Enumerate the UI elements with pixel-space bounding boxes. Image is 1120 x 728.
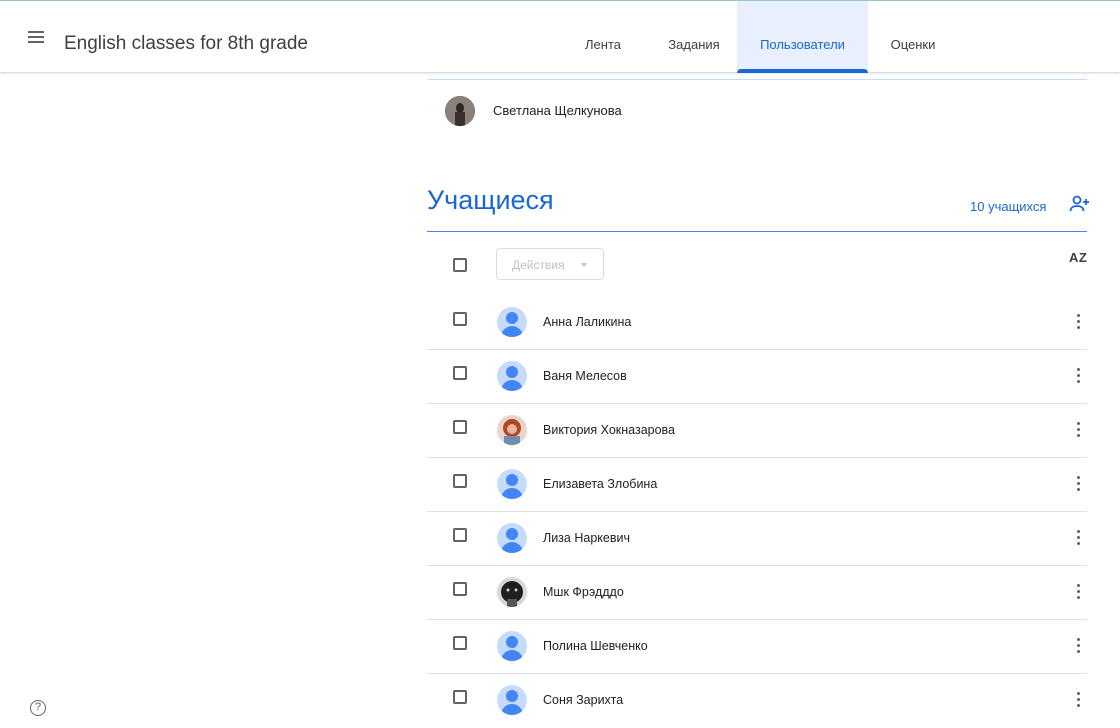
more-options-icon[interactable] [1077,638,1081,656]
default-avatar-icon [497,685,527,715]
default-avatar-icon [497,523,527,553]
students-divider [427,231,1087,232]
student-name[interactable]: Виктория Хокназарова [543,423,675,437]
student-row: Полина Шевченко [427,620,1087,674]
student-checkbox[interactable] [453,528,467,542]
student-row: Ваня Мелесов [427,350,1087,404]
help-icon[interactable]: ? [30,700,46,716]
default-avatar-icon [497,631,527,661]
student-checkbox[interactable] [453,474,467,488]
default-avatar-icon [497,307,527,337]
default-avatar-icon [497,469,527,499]
more-options-icon[interactable] [1077,530,1081,548]
student-checkbox[interactable] [453,582,467,596]
active-tab-indicator [737,69,868,73]
student-row: Анна Лаликина [427,296,1087,350]
student-name[interactable]: Полина Шевченко [543,639,648,653]
student-checkbox[interactable] [453,636,467,650]
students-count[interactable]: 10 учащихся [970,199,1046,214]
tab-feed-label: Лента [585,37,621,52]
more-options-icon[interactable] [1077,314,1081,332]
actions-label: Действия [512,258,565,272]
tab-grades-label: Оценки [890,37,936,52]
more-options-icon[interactable] [1077,368,1081,386]
student-name[interactable]: Мшк Фрэдддо [543,585,624,599]
student-name[interactable]: Елизавета Злобина [543,477,657,491]
student-row: Виктория Хокназарова [427,404,1087,458]
student-row: Соня Зарихта [427,674,1087,728]
chevron-down-icon [581,263,587,267]
student-row: Лиза Наркевич [427,512,1087,566]
student-name[interactable]: Лиза Наркевич [543,531,630,545]
student-checkbox[interactable] [453,312,467,326]
student-name[interactable]: Соня Зарихта [543,693,623,707]
add-student-icon[interactable] [1068,192,1092,216]
more-options-icon[interactable] [1077,476,1081,494]
top-app-bar: English classes for 8th grade Лента Зада… [0,0,1120,73]
student-checkbox[interactable] [453,366,467,380]
main-menu-icon[interactable] [24,27,48,47]
tab-classwork[interactable]: Задания [651,1,737,73]
teachers-divider [427,79,1087,80]
students-section-title: Учащиеся [427,185,554,215]
student-name[interactable]: Ваня Мелесов [543,369,627,383]
student-checkbox[interactable] [453,690,467,704]
select-all-checkbox[interactable] [453,258,467,272]
tab-people-label: Пользователи [760,37,845,52]
tab-classwork-label: Задания [668,37,720,52]
tab-feed[interactable]: Лента [565,1,641,73]
student-row: Мшк Фрэдддо [427,566,1087,620]
student-photo-avatar [497,415,527,445]
more-options-icon[interactable] [1077,692,1081,710]
more-options-icon[interactable] [1077,584,1081,602]
student-name[interactable]: Анна Лаликина [543,315,631,329]
student-row: Елизавета Злобина [427,458,1087,512]
default-avatar-icon [497,361,527,391]
student-photo-avatar [497,577,527,607]
tab-people[interactable]: Пользователи [737,1,868,73]
class-title[interactable]: English classes for 8th grade [64,32,308,56]
student-checkbox[interactable] [453,420,467,434]
actions-dropdown[interactable]: Действия [496,248,604,280]
teacher-avatar [445,96,475,126]
more-options-icon[interactable] [1077,422,1081,440]
tab-grades[interactable]: Оценки [868,1,958,73]
sort-az-icon[interactable]: AZ [1069,250,1087,265]
teacher-name: Светлана Щелкунова [493,103,622,118]
